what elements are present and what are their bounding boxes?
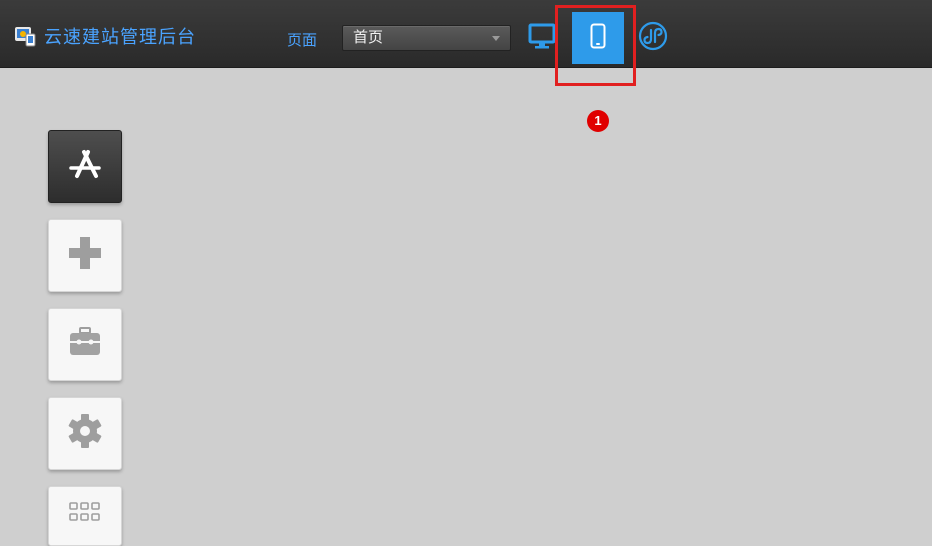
plus-icon	[65, 233, 105, 278]
toolbox-icon	[65, 322, 105, 367]
page-select-value: 首页	[353, 29, 384, 46]
mini-program-icon	[638, 21, 668, 56]
site-builder-logo-icon	[14, 25, 36, 47]
add-button[interactable]	[48, 219, 122, 292]
highlight-box	[555, 5, 636, 86]
toolbox-button[interactable]	[48, 308, 122, 381]
settings-button[interactable]	[48, 397, 122, 470]
grid-icon	[68, 500, 102, 533]
top-bar: 云速建站管理后台 页面 首页	[0, 0, 932, 68]
app-store-icon	[65, 144, 105, 189]
mini-program-view-button[interactable]	[636, 12, 670, 64]
gear-icon	[65, 411, 105, 456]
desktop-view-button[interactable]	[526, 12, 558, 64]
chevron-down-icon	[492, 36, 500, 41]
page-label: 页面	[287, 32, 318, 49]
brand: 云速建站管理后台	[14, 24, 196, 48]
page-select[interactable]: 首页	[342, 25, 511, 51]
apps-grid-button[interactable]	[48, 486, 122, 546]
monitor-icon	[528, 22, 556, 55]
step-badge: 1	[587, 110, 609, 132]
app-store-button[interactable]	[48, 130, 122, 203]
app-title: 云速建站管理后台	[44, 27, 196, 47]
